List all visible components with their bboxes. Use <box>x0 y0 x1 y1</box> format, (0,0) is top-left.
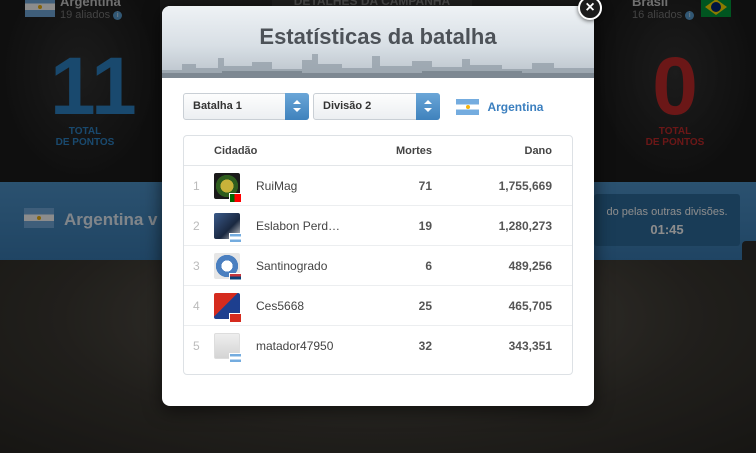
citizen-name[interactable]: matador47950 <box>256 339 333 353</box>
citizen-kills: 32 <box>418 339 432 353</box>
modal-title: Estatísticas da batalha <box>259 24 497 49</box>
column-header-damage[interactable]: Dano <box>484 145 553 157</box>
division-select-value: Divisão 2 <box>323 100 372 112</box>
row-rank: 5 <box>193 339 200 353</box>
battle-select-value: Batalha 1 <box>193 100 242 112</box>
country-filter-label[interactable]: Argentina <box>487 100 543 114</box>
red-flag-icon <box>229 313 242 323</box>
portugal-flag-icon <box>229 193 242 203</box>
column-header-city[interactable]: Cidadão <box>214 145 257 157</box>
column-header-kills[interactable]: Mortes <box>374 145 432 157</box>
citizen-name[interactable]: RuiMag <box>256 179 297 193</box>
citizen-name[interactable]: Ces5668 <box>256 299 304 313</box>
citizen-damage: 489,256 <box>508 259 552 273</box>
battle-stats-modal: Estatísticas da batalha Batalha 1 Divisã… <box>162 6 594 406</box>
stats-table: Cidadão Mortes Dano 1 RuiMag 71 1,755,66… <box>183 135 573 375</box>
citizen-damage: 465,705 <box>508 299 552 313</box>
citizen-kills: 71 <box>418 179 432 193</box>
row-rank: 3 <box>193 259 200 273</box>
citizen-name[interactable]: Eslabon Perd… <box>256 219 340 233</box>
table-row: 5 matador47950 32 343,351 <box>184 326 572 366</box>
division-select[interactable]: Divisão 2 <box>313 93 440 120</box>
table-row: 4 Ces5668 25 465,705 <box>184 286 572 326</box>
table-row: 1 RuiMag 71 1,755,669 <box>184 166 572 206</box>
citizen-kills: 6 <box>425 259 432 273</box>
row-rank: 2 <box>193 219 200 233</box>
select-arrows-icon[interactable] <box>416 93 440 120</box>
citizen-damage: 343,351 <box>508 339 552 353</box>
serbia-flag-icon <box>229 273 242 283</box>
citizen-kills: 25 <box>418 299 432 313</box>
argentina-flag-icon <box>456 98 479 115</box>
table-row: 3 Santinogrado 6 489,256 <box>184 246 572 286</box>
table-header: Cidadão Mortes Dano <box>184 136 572 166</box>
row-rank: 1 <box>193 179 200 193</box>
modal-header: Estatísticas da batalha <box>162 6 594 78</box>
citizen-name[interactable]: Santinogrado <box>256 259 327 273</box>
select-arrows-icon[interactable] <box>285 93 309 120</box>
citizen-damage: 1,280,273 <box>498 219 552 233</box>
table-row: 2 Eslabon Perd… 19 1,280,273 <box>184 206 572 246</box>
citizen-kills: 19 <box>418 219 432 233</box>
country-filter[interactable]: Argentina <box>456 98 543 116</box>
row-rank: 4 <box>193 299 200 313</box>
citizen-damage: 1,755,669 <box>498 179 552 193</box>
battle-select[interactable]: Batalha 1 <box>183 93 309 120</box>
argentina-flag-icon <box>229 233 242 243</box>
argentina-flag-icon <box>229 353 242 363</box>
